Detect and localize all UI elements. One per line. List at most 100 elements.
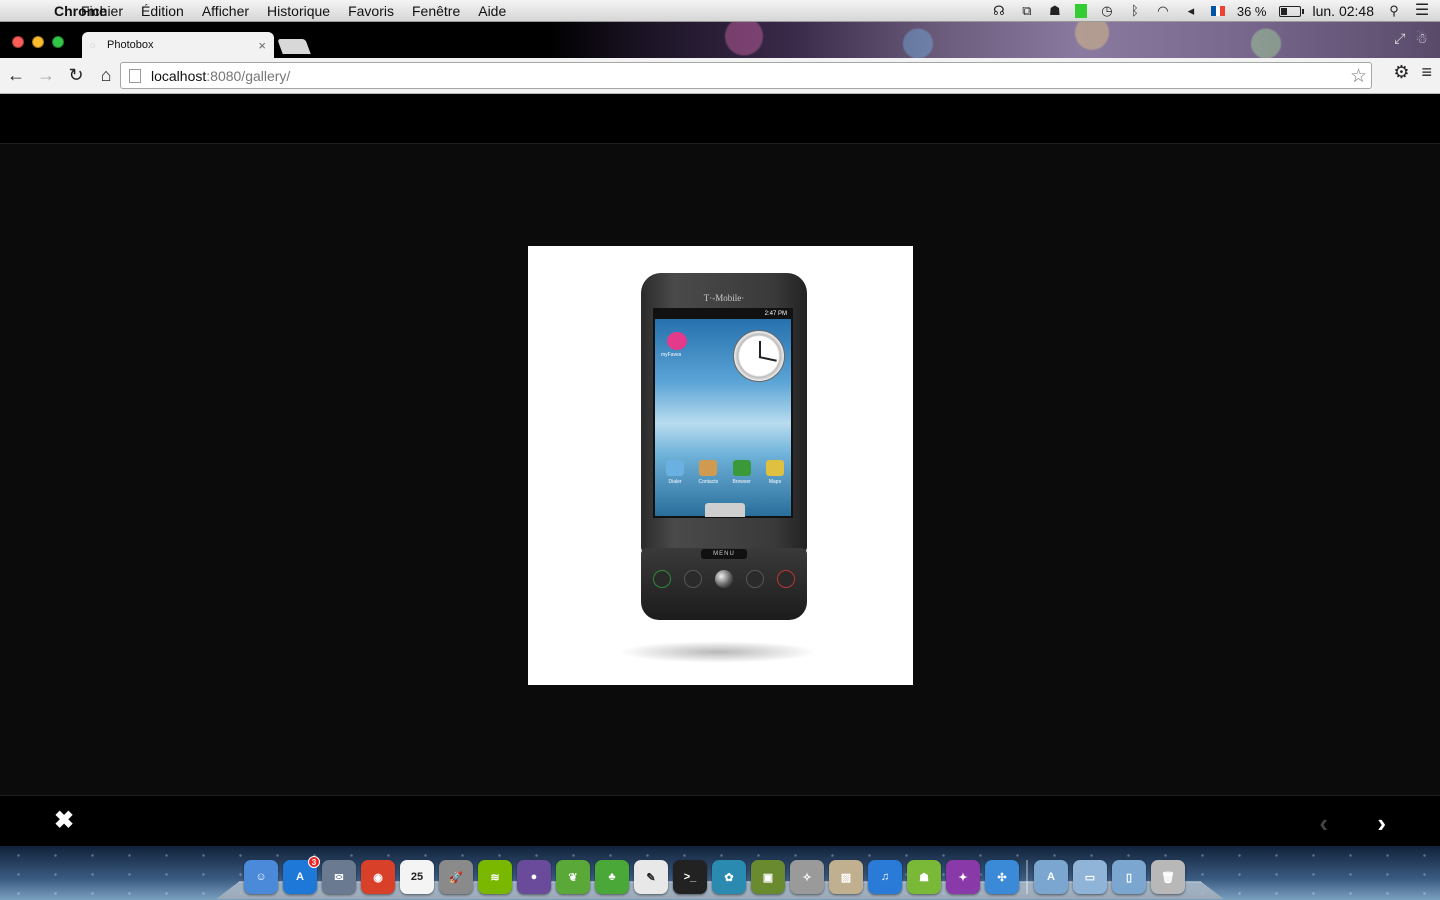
itunes-dock-icon[interactable]: ♫ (868, 860, 902, 894)
back-button[interactable]: ← (2, 62, 30, 90)
evernote-dock-icon[interactable]: ✎ (634, 860, 668, 894)
phone-body: T·-Mobile· 2:47 PM myFaves Dialer Contac… (641, 273, 807, 553)
window-minimize-button[interactable] (32, 36, 44, 48)
phone-keypad: MENU (641, 548, 807, 620)
phone-app-dialer: Dialer (661, 460, 689, 485)
safari-dock-icon[interactable]: ✣ (985, 860, 1019, 894)
finder-dock-icon[interactable]: ☺ (244, 860, 278, 894)
trackball-icon (715, 570, 733, 588)
url-host: localhost (151, 67, 207, 84)
battery-icon[interactable] (1278, 5, 1304, 17)
address-bar[interactable]: localhost :8080/gallery/ ☆ (120, 62, 1372, 89)
photos-dock-icon[interactable]: ▨ (829, 860, 863, 894)
gallery-prev-button[interactable]: ‹ (1319, 808, 1328, 839)
wrench-icon[interactable]: ⚙ (1393, 62, 1409, 83)
phone-app-tray-handle (705, 503, 745, 517)
sync-icon[interactable]: ⧉ (1019, 4, 1035, 18)
window-controls (12, 36, 64, 48)
browser-toolbar: ← → ↻ ⌂ localhost :8080/gallery/ ☆ ⚙ ≡ (0, 58, 1440, 94)
time-machine-icon[interactable]: ◷ (1099, 4, 1115, 18)
notification-badge: 3 (308, 856, 320, 868)
android-dock-icon[interactable]: ☗ (907, 860, 941, 894)
android-sdk-dock-icon[interactable]: ▣ (751, 860, 785, 894)
forward-button[interactable]: → (32, 62, 60, 90)
gallery-close-button[interactable]: ✖ (52, 809, 76, 833)
eclipse-dock-icon[interactable]: ● (517, 860, 551, 894)
menu-app-name[interactable]: Chrome (44, 3, 107, 19)
end-call-key-icon (777, 570, 795, 588)
volume-icon[interactable]: ◂ (1183, 4, 1199, 18)
menu-fenetre[interactable]: Fenêtre (403, 3, 469, 19)
bluetooth-icon[interactable]: ᛒ (1127, 4, 1143, 18)
url-path: :8080/gallery/ (206, 67, 291, 84)
calendar-dock-icon[interactable]: 25 (400, 860, 434, 894)
phone-shadow (618, 641, 818, 663)
contacts-icon (699, 460, 718, 476)
vector-app-dock-icon[interactable]: ✦ (946, 860, 980, 894)
phone-app-browser: Browser (728, 460, 756, 485)
terminal-dock-icon[interactable]: >_ (673, 860, 707, 894)
menu-fichier[interactable]: Fichier (72, 3, 132, 19)
tab-photobox[interactable]: ◌ Photobox × (82, 32, 274, 58)
fullscreen-icon[interactable]: ⤢ (1394, 30, 1405, 47)
green-status-icon[interactable] (1074, 4, 1087, 18)
launchpad-dock-icon[interactable]: 🚀 (439, 860, 473, 894)
menu-afficher[interactable]: Afficher (193, 3, 258, 19)
phone-app-contacts: Contacts (694, 460, 722, 485)
home-key-icon (684, 570, 702, 588)
bowler-hat-icon[interactable]: ☗ (1047, 4, 1063, 18)
mayday-dock-icon[interactable]: ✧ (790, 860, 824, 894)
browser-label: Browser (732, 479, 751, 485)
leaf-dock-icon[interactable]: ❦ (556, 860, 590, 894)
trash-dock-icon[interactable]: 🗑 (1151, 860, 1185, 894)
chrome-menu-icon[interactable]: ≡ (1421, 62, 1432, 83)
new-tab-button[interactable] (277, 39, 311, 54)
call-key-icon (653, 570, 671, 588)
battery-percent[interactable]: 36 % (1237, 4, 1267, 19)
spotify-dock-icon[interactable]: ≋ (478, 860, 512, 894)
network-dock-icon[interactable]: ✿ (712, 860, 746, 894)
adium-dock-icon[interactable]: ♣ (595, 860, 629, 894)
tab-strip: ◌ Photobox × ⤢ ☃ (0, 22, 1440, 58)
dock: ☺ A 3 ✉ ◉ 25 🚀 ≋ ● ❦ ♣ ✎ >_ ✿ ▣ ✧ ▨ ♫ ☗ ✦ ✣ A ▭ ▯ 🗑 (244, 852, 1204, 894)
page-icon (129, 68, 141, 83)
browser-icon (732, 460, 751, 476)
headphones-icon[interactable]: ☊ (991, 4, 1007, 18)
menubar-clock[interactable]: lun. 02:48 (1313, 3, 1375, 19)
chrome-dock-icon[interactable]: ◉ (361, 860, 395, 894)
french-flag-icon[interactable] (1210, 6, 1225, 16)
menu-aide[interactable]: Aide (469, 3, 515, 19)
dialer-label: Dialer (668, 479, 682, 485)
contacts-label: Contacts (698, 479, 719, 485)
dialer-icon (666, 460, 684, 476)
phone-app-maps: Maps (761, 460, 789, 485)
menu-bar: Chrome Fichier Édition Afficher Historiq… (0, 0, 1440, 22)
gallery-photo[interactable]: T·-Mobile· 2:47 PM myFaves Dialer Contac… (528, 246, 913, 685)
menu-edition[interactable]: Édition (132, 3, 193, 19)
phone-menu-key: MENU (701, 549, 747, 559)
phone-status-bar: 2:47 PM (655, 310, 791, 319)
spotlight-icon[interactable]: ⚲ (1386, 4, 1402, 18)
window-zoom-button[interactable] (52, 36, 64, 48)
reload-button[interactable]: ↻ (62, 62, 90, 90)
gallery-page: T·-Mobile· 2:47 PM myFaves Dialer Contac… (0, 94, 1440, 846)
maps-label: Maps (768, 479, 782, 485)
gallery-next-button[interactable]: › (1377, 808, 1386, 839)
window-close-button[interactable] (12, 36, 24, 48)
incognito-icon: ☃ (1415, 30, 1428, 46)
notification-list-icon[interactable]: ☰ (1414, 3, 1430, 19)
downloads-folder-dock-icon[interactable]: ▭ (1073, 860, 1107, 894)
mail-stamp-dock-icon[interactable]: ✉ (322, 860, 356, 894)
app-store-dock-icon[interactable]: A3 (283, 856, 320, 894)
bookmark-star-icon[interactable]: ☆ (1350, 65, 1367, 88)
dock-separator (1026, 860, 1028, 894)
applications-folder-dock-icon[interactable]: A (1034, 860, 1068, 894)
documents-folder-dock-icon[interactable]: ▯ (1112, 860, 1146, 894)
menu-favoris[interactable]: Favoris (339, 3, 403, 19)
gallery-bottom-bar: ✖ ‹ › (0, 795, 1440, 846)
flag-stripe-red (1220, 6, 1225, 16)
tab-close-icon[interactable]: × (258, 38, 266, 53)
menu-historique[interactable]: Historique (258, 3, 339, 19)
wifi-icon[interactable]: ◠ (1155, 4, 1171, 18)
home-button[interactable]: ⌂ (92, 62, 120, 90)
